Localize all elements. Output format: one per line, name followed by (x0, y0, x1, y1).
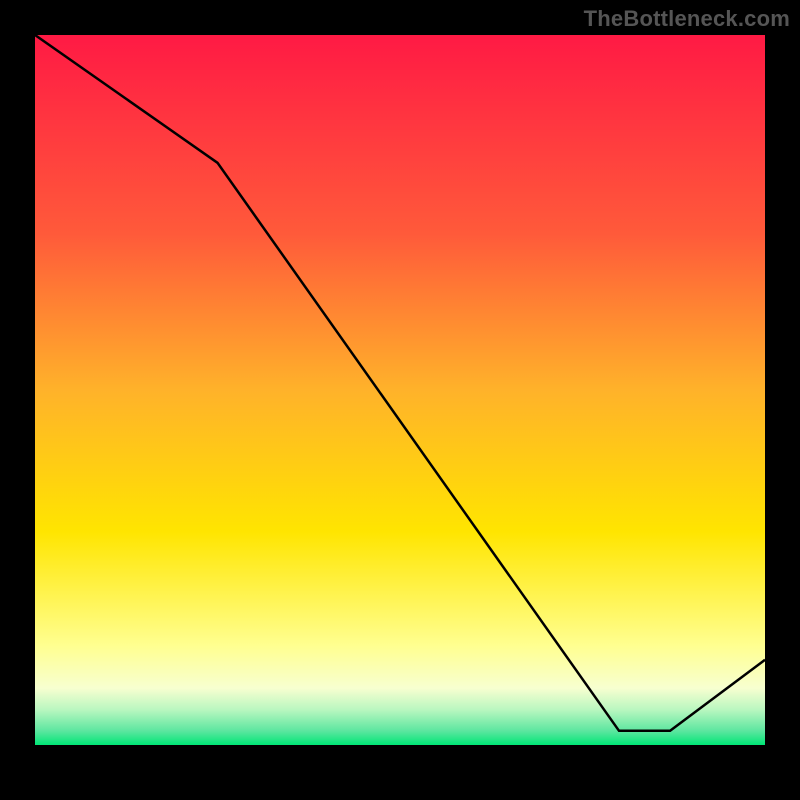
watermark-text: TheBottleneck.com (584, 6, 790, 32)
chart-svg (0, 0, 800, 800)
chart-plot-area (35, 35, 765, 745)
chart-container: { "watermark": "TheBottleneck.com", "ann… (0, 0, 800, 800)
